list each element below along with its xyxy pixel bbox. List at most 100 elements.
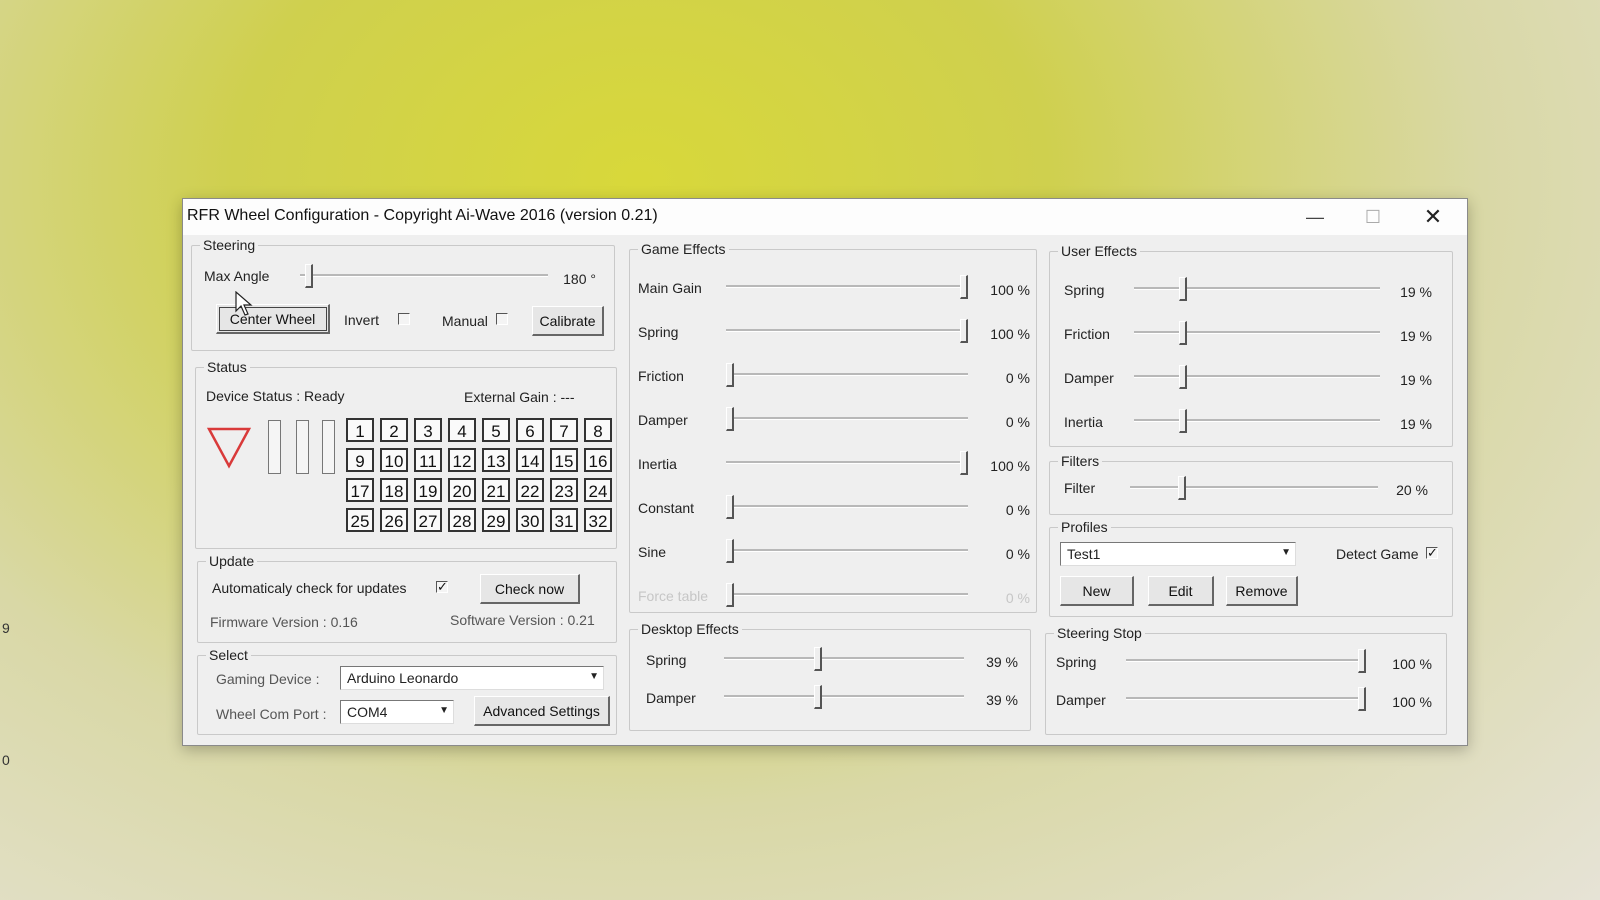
effect-slider[interactable] — [724, 682, 964, 712]
direction-triangle-icon — [206, 427, 252, 469]
slider-thumb[interactable] — [726, 495, 734, 519]
effect-label: Damper — [1056, 692, 1106, 708]
max-angle-slider[interactable] — [300, 261, 548, 291]
effect-slider[interactable] — [726, 580, 968, 610]
effect-slider[interactable] — [1134, 362, 1380, 392]
advanced-settings-button[interactable]: Advanced Settings — [474, 696, 610, 726]
check-now-button[interactable]: Check now — [480, 574, 580, 604]
auto-check-checkbox[interactable]: ✓ — [436, 580, 448, 593]
chevron-down-icon[interactable]: ▼ — [1281, 547, 1291, 558]
effect-slider[interactable] — [726, 360, 968, 390]
profiles-legend: Profiles — [1058, 519, 1111, 535]
filter-slider[interactable] — [1130, 473, 1378, 503]
button-state-cell: 18 — [380, 478, 408, 502]
slider-thumb[interactable] — [726, 363, 734, 387]
user-effects-group: User Effects Spring 19 % Friction 19 % Dampe… — [1049, 243, 1453, 447]
effect-slider[interactable] — [1126, 646, 1366, 676]
device-status: Device Status : Ready — [206, 388, 345, 404]
remove-profile-button[interactable]: Remove — [1226, 576, 1298, 606]
slider-thumb[interactable] — [960, 275, 968, 299]
slider-thumb[interactable] — [1358, 687, 1366, 711]
button-state-cell: 22 — [516, 478, 544, 502]
effect-label: Spring — [646, 652, 687, 668]
profile-value: Test1 — [1067, 546, 1101, 562]
effect-slider[interactable] — [1134, 406, 1380, 436]
filters-legend: Filters — [1058, 453, 1103, 469]
chevron-down-icon[interactable]: ▼ — [439, 705, 449, 716]
effect-slider[interactable] — [726, 492, 968, 522]
button-state-cell: 7 — [550, 418, 578, 442]
status-legend: Status — [204, 359, 250, 375]
effect-label: Inertia — [638, 456, 677, 472]
effect-label: Spring — [1064, 282, 1105, 298]
max-angle-label: Max Angle — [204, 268, 270, 284]
effect-slider[interactable] — [726, 272, 968, 302]
effect-slider[interactable] — [726, 448, 968, 478]
com-port-value: COM4 — [347, 704, 388, 720]
slider-thumb[interactable] — [814, 647, 822, 671]
select-legend: Select — [206, 647, 251, 663]
button-state-cell: 16 — [584, 448, 612, 472]
slider-thumb[interactable] — [726, 583, 734, 607]
filter-label: Filter — [1064, 480, 1096, 496]
steering-stop-group: Steering Stop Spring 100 % Damper 100 % — [1045, 625, 1447, 735]
slider-thumb[interactable] — [960, 451, 968, 475]
button-state-cell: 29 — [482, 508, 510, 532]
button-state-cell: 8 — [584, 418, 612, 442]
gaming-device-select[interactable]: Arduino Leonardo ▼ — [340, 666, 604, 690]
effect-slider[interactable] — [726, 404, 968, 434]
effect-value: 100 % — [990, 326, 1030, 342]
slider-thumb[interactable] — [1179, 321, 1187, 345]
effect-label: Spring — [1056, 654, 1097, 670]
effect-slider[interactable] — [1126, 684, 1366, 714]
slider-thumb[interactable] — [305, 264, 313, 288]
button-state-cell: 17 — [346, 478, 374, 502]
slider-thumb[interactable] — [726, 407, 734, 431]
calibrate-button[interactable]: Calibrate — [532, 306, 604, 336]
button-state-cell: 26 — [380, 508, 408, 532]
button-state-cell: 14 — [516, 448, 544, 472]
invert-label: Invert — [344, 312, 380, 328]
effect-slider[interactable] — [1134, 274, 1380, 304]
detect-game-checkbox[interactable]: ✓ — [1426, 546, 1438, 559]
profile-select[interactable]: Test1 ▼ — [1060, 542, 1296, 566]
effect-value: 0 % — [1005, 590, 1030, 606]
button-state-cell: 15 — [550, 448, 578, 472]
com-port-select[interactable]: COM4 ▼ — [340, 700, 454, 724]
effect-slider[interactable] — [1134, 318, 1380, 348]
minimize-icon[interactable]: — — [1293, 203, 1337, 231]
slider-thumb[interactable] — [1179, 409, 1187, 433]
slider-thumb[interactable] — [1358, 649, 1366, 673]
new-profile-button[interactable]: New — [1060, 576, 1134, 606]
close-icon[interactable]: ✕ — [1411, 203, 1455, 231]
effect-value: 100 % — [1392, 694, 1432, 710]
title-bar[interactable]: RFR Wheel Configuration - Copyright Ai-W… — [183, 199, 1467, 235]
select-group: Select Gaming Device : Arduino Leonardo … — [197, 647, 617, 735]
slider-thumb[interactable] — [1178, 476, 1186, 500]
slider-thumb[interactable] — [1179, 365, 1187, 389]
effect-slider[interactable] — [726, 316, 968, 346]
effect-label: Damper — [1064, 370, 1114, 386]
chevron-down-icon[interactable]: ▼ — [589, 671, 599, 682]
button-state-cell: 20 — [448, 478, 476, 502]
status-group: Status Device Status : Ready External Ga… — [195, 359, 617, 549]
maximize-icon[interactable]: ☐ — [1351, 203, 1395, 231]
effect-value: 19 % — [1400, 284, 1432, 300]
slider-thumb[interactable] — [726, 539, 734, 563]
invert-checkbox[interactable] — [398, 313, 410, 325]
edit-profile-button[interactable]: Edit — [1148, 576, 1214, 606]
mouse-pointer-icon — [235, 291, 253, 316]
effect-slider[interactable] — [726, 536, 968, 566]
button-state-cell: 32 — [584, 508, 612, 532]
slider-thumb[interactable] — [960, 319, 968, 343]
button-state-cell: 3 — [414, 418, 442, 442]
manual-checkbox[interactable] — [496, 313, 508, 325]
button-state-cell: 2 — [380, 418, 408, 442]
slider-thumb[interactable] — [814, 685, 822, 709]
effect-slider[interactable] — [724, 644, 964, 674]
steering-legend: Steering — [200, 237, 259, 253]
desktop-effects-group: Desktop Effects Spring 39 % Damper 39 % — [629, 621, 1031, 731]
slider-thumb[interactable] — [1179, 277, 1187, 301]
center-wheel-button[interactable]: Center Wheel — [216, 304, 330, 334]
edge-text-fragment: 9 — [2, 620, 10, 636]
